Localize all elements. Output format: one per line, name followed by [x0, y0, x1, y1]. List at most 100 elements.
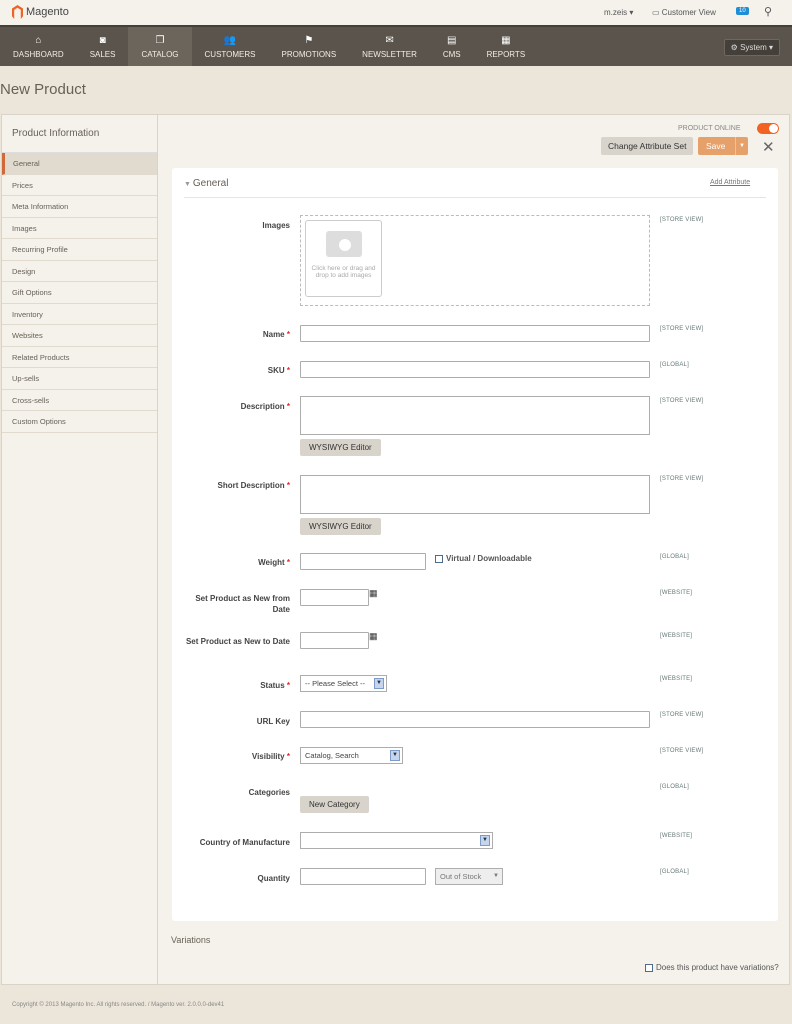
scope-label: [STORE VIEW]	[660, 712, 704, 718]
notifications-badge[interactable]: 10	[736, 7, 749, 15]
required-marker: *	[286, 330, 290, 339]
user-menu[interactable]: m.zeis ▾	[604, 8, 633, 17]
sidebar-item-meta-information[interactable]: Meta Information	[2, 196, 157, 218]
variations-checkbox[interactable]: Does this product have variations?	[645, 963, 779, 972]
sales-icon: ◙	[99, 34, 106, 46]
sidebar-item-design[interactable]: Design	[2, 261, 157, 282]
checkbox[interactable]	[645, 963, 653, 972]
image-upload-tile[interactable]: Click here or drag and drop to add image…	[305, 220, 382, 297]
close-icon[interactable]: ✕	[762, 138, 775, 156]
product-sidebar: Product Information General Prices Meta In…	[1, 114, 158, 985]
description-wysiwyg-button[interactable]: WYSIWYG Editor	[300, 439, 381, 456]
nav-customers[interactable]: 👥 CUSTOMERS	[192, 27, 269, 66]
checkbox[interactable]	[435, 554, 443, 563]
new-to-date-input[interactable]	[300, 632, 369, 649]
product-online-toggle[interactable]	[757, 123, 779, 134]
scope-label: [WEBSITE]	[660, 590, 693, 596]
scope-label: [WEBSITE]	[660, 833, 693, 839]
save-button[interactable]: Save ▼	[698, 137, 748, 155]
magento-logo-icon	[12, 5, 23, 19]
chevron-down-icon: ▼	[374, 678, 384, 689]
new-category-button[interactable]: New Category	[300, 796, 369, 813]
sidebar-item-custom-options[interactable]: Custom Options	[2, 411, 157, 433]
stock-status-select[interactable]: Out of Stock ▼	[435, 868, 503, 885]
required-marker: *	[286, 481, 290, 490]
label-text: Visibility	[251, 752, 285, 761]
status-select[interactable]: -- Please Select -- ▼	[300, 675, 387, 692]
sku-input[interactable]	[300, 361, 650, 378]
status-value: -- Please Select --	[305, 679, 366, 688]
label-text: Short Description	[217, 481, 285, 490]
visibility-select[interactable]: Catalog, Search ▼	[300, 747, 403, 764]
change-attribute-set-button[interactable]: Change Attribute Set	[601, 137, 694, 155]
sidebar-item-gift-options[interactable]: Gift Options	[2, 282, 157, 304]
nav-label: CUSTOMERS	[204, 49, 256, 59]
required-marker: *	[286, 402, 290, 411]
save-dropdown-icon[interactable]: ▼	[735, 137, 748, 155]
sidebar-item-up-sells[interactable]: Up-sells	[2, 368, 157, 390]
promotions-icon: ⚑	[304, 34, 314, 46]
sidebar-item-related-products[interactable]: Related Products	[2, 347, 157, 368]
add-attribute-link[interactable]: Add Attribute	[710, 179, 750, 186]
quantity-input[interactable]	[300, 868, 426, 885]
nav-dashboard[interactable]: ⌂ DASHBOARD	[0, 27, 77, 66]
sidebar-item-general[interactable]: General	[2, 153, 157, 175]
nav-label: CATALOG	[141, 49, 179, 59]
customer-view-link[interactable]: ▭ Customer View	[652, 8, 716, 17]
chevron-down-icon: ▼	[390, 750, 400, 761]
calendar-icon[interactable]: ▦	[369, 588, 378, 599]
short-description-textarea[interactable]	[300, 475, 650, 514]
main-panel: PRODUCT ONLINE Change Attribute Set Save…	[158, 114, 790, 985]
calendar-icon[interactable]: ▦	[369, 631, 378, 642]
scope-label: [GLOBAL]	[660, 362, 689, 368]
new-from-date-input[interactable]	[300, 589, 369, 606]
chevron-down-icon: ▼	[480, 835, 490, 846]
sidebar-item-websites[interactable]: Websites	[2, 325, 157, 347]
scope-label: [STORE VIEW]	[660, 748, 704, 754]
page-title: New Product	[0, 81, 86, 98]
short-description-wysiwyg-button[interactable]: WYSIWYG Editor	[300, 518, 381, 535]
nav-cms[interactable]: ▤ CMS	[430, 27, 474, 66]
chevron-down-icon: ▼	[493, 873, 499, 879]
system-menu-button[interactable]: ⚙ System ▾	[723, 39, 780, 56]
variations-question: Does this product have variations?	[656, 963, 779, 972]
virtual-downloadable-checkbox[interactable]: Virtual / Downloadable	[435, 554, 532, 563]
label-text: SKU	[267, 366, 285, 375]
image-upload-hint: Click here or drag and drop to add image…	[311, 265, 376, 279]
required-marker: *	[286, 558, 290, 567]
nav-sales[interactable]: ◙ SALES	[77, 27, 129, 66]
image-dropzone[interactable]: Click here or drag and drop to add image…	[300, 215, 650, 306]
nav-reports[interactable]: ▦ REPORTS	[474, 27, 539, 66]
top-bar: Magento m.zeis ▾ ▭ Customer View 10 ⚲	[0, 0, 792, 25]
sidebar-item-prices[interactable]: Prices	[2, 175, 157, 196]
nav-catalog[interactable]: ❐ CATALOG	[128, 27, 192, 66]
virtual-label: Virtual / Downloadable	[446, 554, 532, 563]
gear-icon: ⚙	[730, 43, 741, 52]
nav-promotions[interactable]: ⚑ PROMOTIONS	[269, 27, 350, 66]
reports-icon: ▦	[501, 34, 511, 46]
weight-input[interactable]	[300, 553, 426, 570]
country-select[interactable]: ▼	[300, 832, 493, 849]
nav-label: SALES	[89, 49, 116, 59]
nav-newsletter[interactable]: ✉ NEWSLETTER	[349, 27, 430, 66]
url-key-label: URL Key	[256, 717, 290, 726]
name-input[interactable]	[300, 325, 650, 342]
search-icon[interactable]: ⚲	[764, 5, 772, 18]
nav-label: REPORTS	[486, 49, 526, 59]
sidebar-item-images[interactable]: Images	[2, 218, 157, 239]
description-textarea[interactable]	[300, 396, 650, 435]
magento-logo[interactable]: Magento	[12, 5, 69, 19]
scope-label: [GLOBAL]	[660, 554, 689, 560]
general-section-header[interactable]: ▼ General	[184, 178, 228, 189]
collapse-arrow-icon: ▼	[184, 181, 193, 188]
sidebar-item-cross-sells[interactable]: Cross-sells	[2, 390, 157, 411]
sidebar-item-recurring-profile[interactable]: Recurring Profile	[2, 239, 157, 261]
short-description-label: Short Description *	[180, 480, 290, 491]
scope-label: [GLOBAL]	[660, 784, 689, 790]
sidebar-item-inventory[interactable]: Inventory	[2, 304, 157, 325]
visibility-value: Catalog, Search	[305, 751, 359, 760]
camera-icon	[325, 231, 362, 257]
url-key-input[interactable]	[300, 711, 650, 728]
variations-title: Variations	[171, 935, 211, 945]
customers-icon: 👥	[223, 34, 237, 46]
